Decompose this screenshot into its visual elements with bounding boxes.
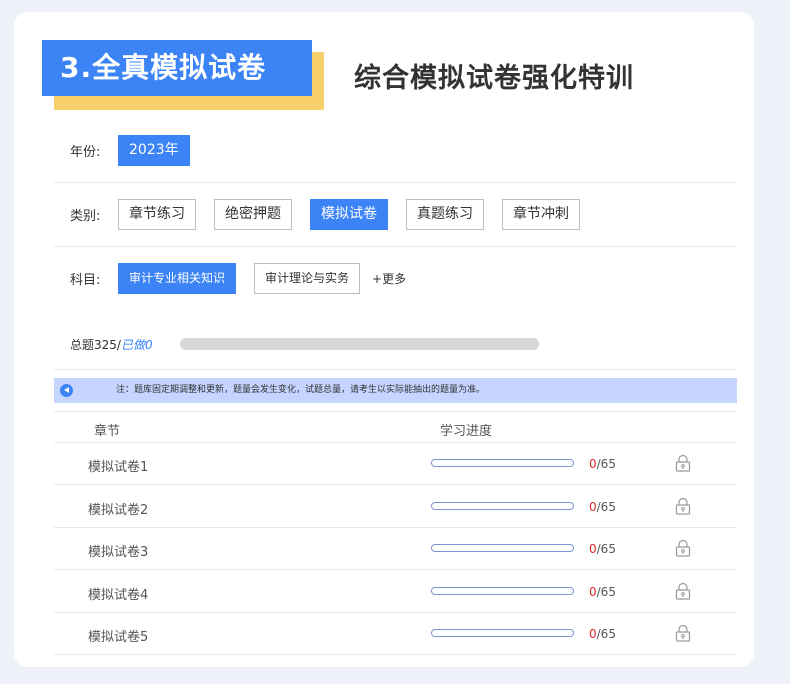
filter-label-subject: 科目: xyxy=(70,273,101,288)
row-done-count: 0 xyxy=(589,584,597,599)
row-done-count: 0 xyxy=(589,457,597,471)
row-progress-bar xyxy=(431,544,574,552)
notice-banner: 注：题库固定期调整和更新，题量会发生变化，试题总量，请考生以实际能抽出的题量为准… xyxy=(54,378,737,403)
row-progress-bar xyxy=(431,629,574,637)
filter-row-category: 类别: 章节练习 绝密押题 模拟试卷 真题练习 章节冲刺 xyxy=(54,199,737,230)
category-option-mock-exam[interactable]: 模拟试卷 xyxy=(310,199,388,230)
divider xyxy=(54,182,737,183)
lock-icon[interactable] xyxy=(675,582,691,600)
row-chapter-name[interactable]: 模拟试卷3 xyxy=(88,541,148,560)
total-prefix: 总题 xyxy=(70,338,95,352)
row-progress-bar xyxy=(431,586,574,595)
category-option-chapter-practice[interactable]: 章节练习 xyxy=(118,199,196,230)
section-badge: 3.全真模拟试卷 xyxy=(42,40,312,96)
category-option-past-exam[interactable]: 真题练习 xyxy=(406,199,484,230)
row-total-count: /65 xyxy=(596,627,616,641)
row-total-count: /65 xyxy=(596,499,616,514)
row-done-count: 0 xyxy=(589,627,597,641)
filter-row-subject: 科目: 审计专业相关知识 审计理论与实务 +更多 xyxy=(54,263,737,294)
column-header-progress: 学习进度 xyxy=(440,424,493,439)
section-subtitle: 综合模拟试卷强化特训 xyxy=(354,63,634,94)
subject-option-audit-theory[interactable]: 审计理论与实务 xyxy=(254,263,361,294)
filter-row-year: 年份: 2023年 xyxy=(54,135,737,166)
year-option-2023[interactable]: 2023年 xyxy=(118,135,190,166)
row-total-count: /65 xyxy=(596,457,616,471)
divider xyxy=(54,369,737,370)
table-row[interactable]: 模拟试卷5 0/65 xyxy=(54,613,737,655)
total-summary: 总题325/已做0 xyxy=(70,336,153,353)
row-progress-count: 0/65 xyxy=(589,500,616,514)
subject-option-audit-related[interactable]: 审计专业相关知识 xyxy=(118,263,237,294)
row-progress-count: 0/65 xyxy=(589,627,616,641)
table-header: 章节 学习进度 xyxy=(54,411,737,443)
total-count: 325 xyxy=(94,338,117,352)
row-progress-bar xyxy=(431,501,574,510)
table-row[interactable]: 模拟试卷3 0/65 xyxy=(54,528,737,570)
lock-icon[interactable] xyxy=(675,624,691,642)
filter-label-year: 年份: xyxy=(70,145,101,160)
table-row[interactable]: 模拟试卷1 0/65 xyxy=(54,443,737,485)
row-chapter-name[interactable]: 模拟试卷5 xyxy=(88,626,148,645)
table-row[interactable]: 模拟试卷4 0/65 xyxy=(54,571,737,613)
column-header-chapter: 章节 xyxy=(94,424,121,439)
row-progress-count: 0/65 xyxy=(589,542,616,556)
speaker-icon xyxy=(60,384,73,397)
row-chapter-name[interactable]: 模拟试卷1 xyxy=(88,456,148,475)
more-subjects-link[interactable]: +更多 xyxy=(372,270,406,287)
row-progress-bar xyxy=(431,459,574,467)
row-progress-count: 0/65 xyxy=(589,585,616,599)
notice-text: 注：题库固定期调整和更新，题量会发生变化，试题总量，请考生以实际能抽出的题量为准… xyxy=(116,385,486,395)
row-total-count: /65 xyxy=(596,542,616,556)
row-done-count: 0 xyxy=(589,542,597,556)
divider xyxy=(54,246,737,247)
done-count: 已做0 xyxy=(120,338,153,352)
row-progress-count: 0/65 xyxy=(589,457,616,471)
section-header: 3.全真模拟试卷 xyxy=(42,40,324,112)
row-total-count: /65 xyxy=(596,584,616,599)
row-chapter-name[interactable]: 模拟试卷4 xyxy=(88,584,148,603)
lock-icon[interactable] xyxy=(675,497,691,515)
row-done-count: 0 xyxy=(589,499,597,514)
table-row[interactable]: 模拟试卷2 0/65 xyxy=(54,486,737,528)
row-chapter-name[interactable]: 模拟试卷2 xyxy=(88,499,148,518)
total-progress-bar xyxy=(180,338,539,350)
lock-icon[interactable] xyxy=(675,454,691,472)
filter-label-category: 类别: xyxy=(70,209,101,224)
category-option-chapter-sprint[interactable]: 章节冲刺 xyxy=(502,199,580,230)
category-option-secret-predict[interactable]: 绝密押题 xyxy=(214,199,292,230)
lock-icon[interactable] xyxy=(675,539,691,557)
